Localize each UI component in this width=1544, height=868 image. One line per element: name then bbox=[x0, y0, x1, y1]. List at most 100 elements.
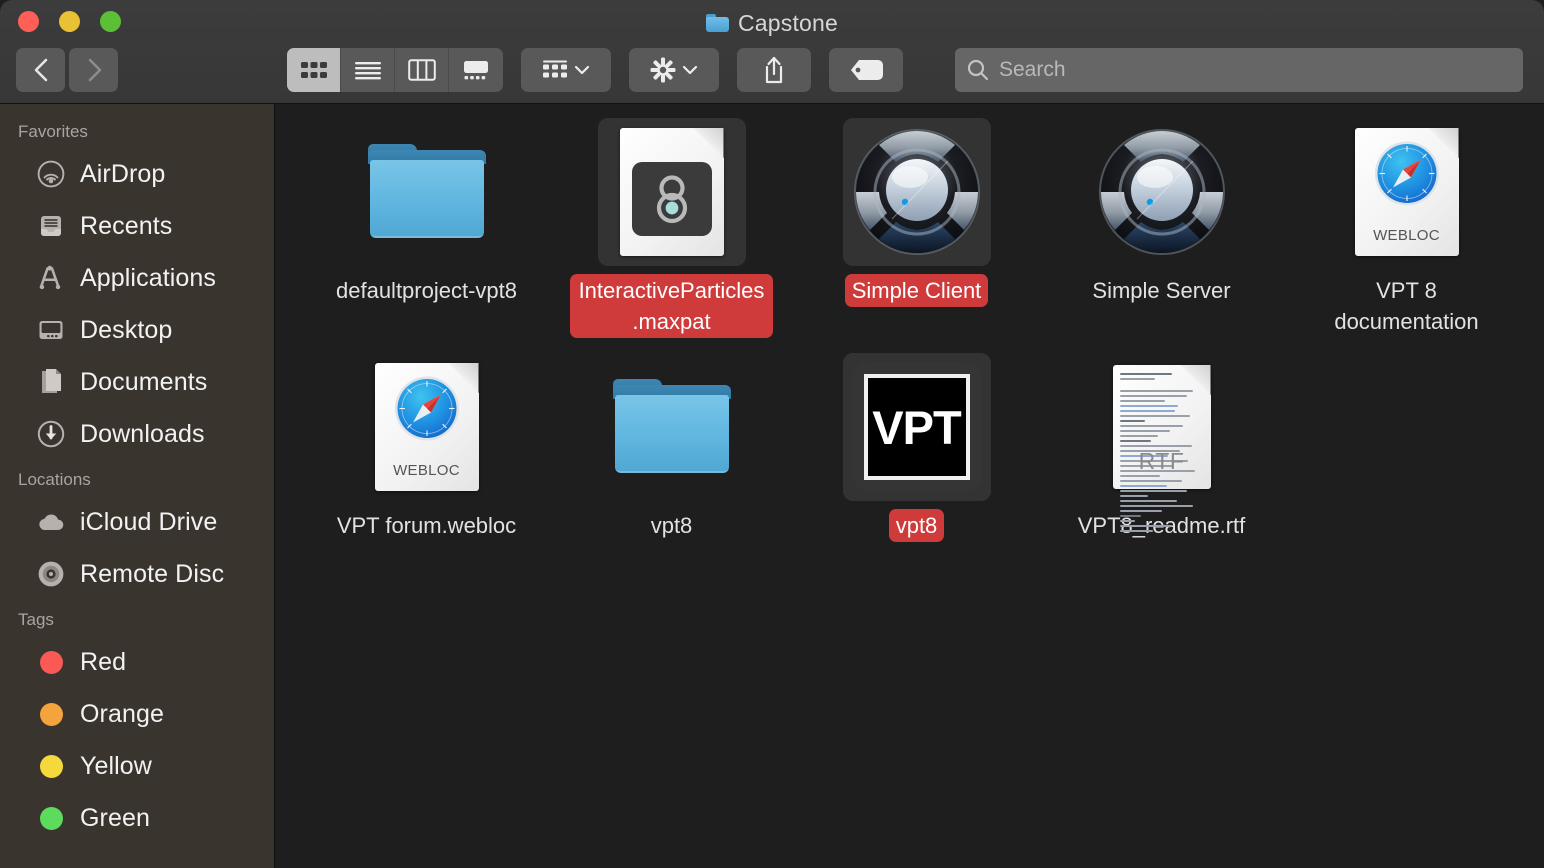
share-button[interactable] bbox=[737, 48, 811, 92]
toolbar: Capstone Search bbox=[0, 0, 1544, 104]
folder-icon bbox=[705, 14, 729, 32]
search-placeholder: Search bbox=[999, 58, 1066, 81]
file-icon-container[interactable]: WEBLOC bbox=[1333, 118, 1481, 266]
gallery-icon bbox=[464, 61, 488, 80]
airdrop-icon bbox=[36, 159, 66, 189]
share-icon bbox=[765, 56, 783, 84]
max-logo-icon bbox=[631, 162, 712, 236]
max-application-icon bbox=[853, 129, 980, 255]
file-grid-area[interactable]: defaultproject-vpt8 InteractiveParticles… bbox=[276, 104, 1544, 868]
documents-icon bbox=[36, 367, 66, 397]
sidebar-item-tag-green[interactable]: Green bbox=[0, 792, 274, 844]
sidebar[interactable]: Favorites AirDrop Recents Applications D… bbox=[0, 104, 275, 868]
sidebar-item-desktop[interactable]: Desktop bbox=[0, 304, 274, 356]
folder-icon bbox=[612, 379, 731, 475]
file-grid: defaultproject-vpt8 InteractiveParticles… bbox=[276, 112, 1544, 582]
disc-icon bbox=[36, 559, 66, 589]
file-item[interactable]: Simple Server bbox=[1039, 112, 1284, 347]
navigation-buttons bbox=[16, 48, 118, 92]
file-item[interactable]: WEBLOC VPT 8 documentation bbox=[1284, 112, 1529, 347]
file-label: Simple Client bbox=[844, 274, 989, 308]
file-icon-container[interactable] bbox=[598, 353, 746, 501]
search-icon bbox=[967, 59, 989, 81]
sidebar-item-documents[interactable]: Documents bbox=[0, 356, 274, 408]
grid-icon bbox=[300, 62, 327, 78]
file-icon-container[interactable]: WEBLOC bbox=[353, 353, 501, 501]
sidebar-item-label: Remote Disc bbox=[80, 559, 225, 588]
file-label: InteractiveParticles.maxpat bbox=[570, 274, 773, 339]
webloc-badge-label: WEBLOC bbox=[393, 462, 460, 479]
maxpat-document-icon bbox=[619, 128, 724, 256]
icon-view-button[interactable] bbox=[287, 48, 341, 92]
list-view-button[interactable] bbox=[341, 48, 395, 92]
webloc-document-icon: WEBLOC bbox=[1354, 128, 1459, 256]
group-icon bbox=[543, 60, 567, 78]
sidebar-section-tags: Tags bbox=[18, 610, 54, 629]
sidebar-item-label: Downloads bbox=[80, 419, 205, 448]
list-icon bbox=[354, 62, 381, 80]
action-menu-button[interactable] bbox=[629, 48, 719, 92]
tag-dot-icon bbox=[36, 699, 66, 729]
file-icon-container[interactable]: VPT bbox=[842, 353, 991, 501]
chevron-down-icon bbox=[574, 65, 590, 75]
forward-button[interactable] bbox=[69, 48, 118, 92]
columns-icon bbox=[407, 59, 436, 81]
chevron-right-icon bbox=[88, 58, 101, 82]
sidebar-item-label: iCloud Drive bbox=[80, 507, 218, 536]
file-item[interactable]: VPT vpt8 bbox=[794, 347, 1039, 582]
sidebar-item-applications[interactable]: Applications bbox=[0, 252, 274, 304]
finder-window: Capstone Search Favorites AirDrop Recent… bbox=[0, 0, 1544, 868]
file-label: vpt8 bbox=[650, 513, 693, 538]
file-icon-container[interactable]: RTF bbox=[1088, 353, 1236, 532]
search-field[interactable]: Search bbox=[955, 48, 1523, 92]
back-button[interactable] bbox=[16, 48, 65, 92]
sidebar-item-recents[interactable]: Recents bbox=[0, 200, 274, 252]
column-view-button[interactable] bbox=[395, 48, 449, 92]
desktop-icon bbox=[36, 315, 66, 345]
file-icon-container[interactable] bbox=[1088, 118, 1236, 266]
group-by-button[interactable] bbox=[521, 48, 611, 92]
recents-icon bbox=[36, 211, 66, 241]
sidebar-item-downloads[interactable]: Downloads bbox=[0, 408, 274, 460]
file-label: VPT forum.webloc bbox=[336, 513, 517, 538]
window-title-bar: Capstone bbox=[0, 6, 1544, 40]
file-item[interactable]: WEBLOC VPT forum.webloc bbox=[304, 347, 549, 582]
sidebar-item-tag-orange[interactable]: Orange bbox=[0, 688, 274, 740]
vpt-application-icon: VPT bbox=[851, 362, 982, 492]
folder-icon bbox=[367, 144, 486, 240]
sidebar-item-remote-disc[interactable]: Remote Disc bbox=[0, 548, 274, 600]
add-tags-button[interactable] bbox=[829, 48, 903, 92]
rtf-badge-label: RTF bbox=[1138, 448, 1185, 474]
file-icon-container[interactable] bbox=[353, 118, 501, 266]
file-item[interactable]: Simple Client bbox=[794, 112, 1039, 347]
file-item[interactable]: defaultproject-vpt8 bbox=[304, 112, 549, 347]
sidebar-item-airdrop[interactable]: AirDrop bbox=[0, 148, 274, 200]
file-item[interactable]: vpt8 bbox=[549, 347, 794, 582]
applications-icon bbox=[36, 263, 66, 293]
file-icon-container[interactable] bbox=[842, 118, 991, 266]
sidebar-item-label: Orange bbox=[80, 699, 164, 728]
webloc-badge-label: WEBLOC bbox=[1373, 227, 1440, 244]
sidebar-item-tag-yellow[interactable]: Yellow bbox=[0, 740, 274, 792]
sidebar-item-tag-red[interactable]: Red bbox=[0, 636, 274, 688]
safari-compass-icon bbox=[1374, 141, 1439, 206]
file-icon-container[interactable] bbox=[597, 118, 746, 266]
sidebar-item-label: Documents bbox=[80, 367, 208, 396]
rtf-document-icon: RTF bbox=[1112, 365, 1211, 532]
sidebar-item-label: Recents bbox=[80, 211, 173, 240]
safari-compass-icon bbox=[394, 376, 459, 441]
chevron-left-icon bbox=[34, 58, 47, 82]
file-label: VPT 8 documentation bbox=[1334, 278, 1479, 335]
chevron-down-icon bbox=[682, 65, 698, 75]
sidebar-section-favorites: Favorites bbox=[18, 122, 88, 141]
file-label: vpt8 bbox=[888, 509, 945, 543]
icloud-icon bbox=[36, 507, 66, 537]
file-label: Simple Server bbox=[1092, 278, 1231, 303]
file-item[interactable]: RTF VPT8_readme.rtf bbox=[1039, 347, 1284, 582]
window-title: Capstone bbox=[737, 9, 839, 36]
gallery-view-button[interactable] bbox=[449, 48, 503, 92]
sidebar-item-icloud-drive[interactable]: iCloud Drive bbox=[0, 496, 274, 548]
file-label: defaultproject-vpt8 bbox=[336, 278, 517, 303]
file-item[interactable]: InteractiveParticles.maxpat bbox=[549, 112, 794, 347]
sidebar-item-label: Red bbox=[80, 647, 127, 676]
